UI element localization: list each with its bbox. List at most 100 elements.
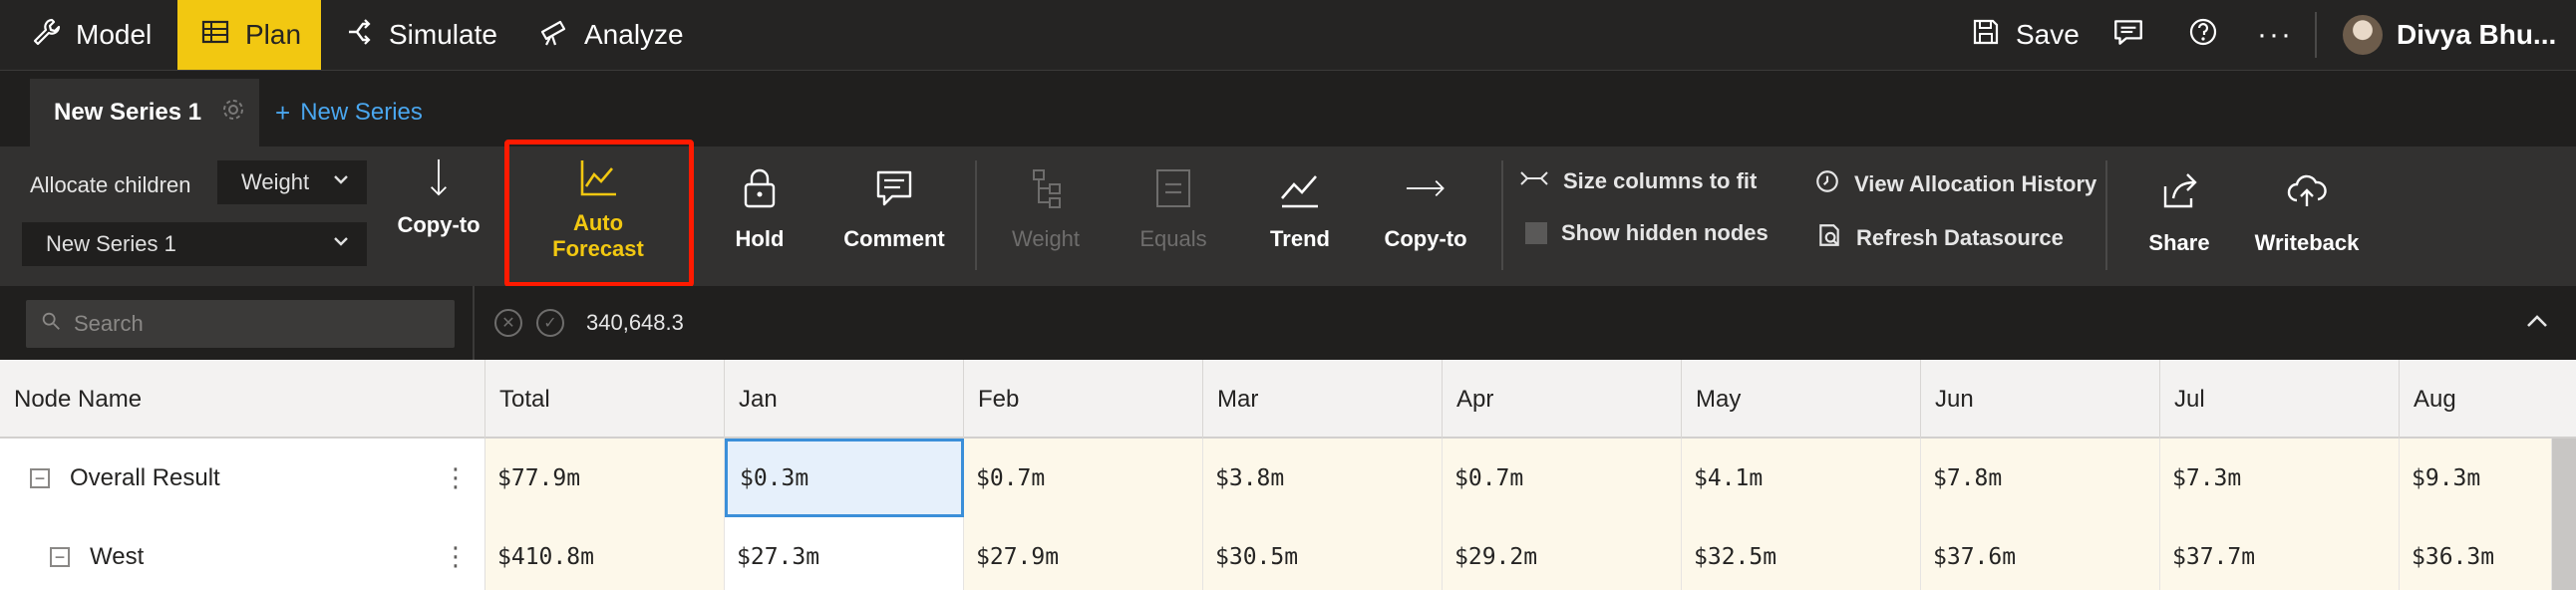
menu-model-label: Model [76, 19, 153, 50]
share-label: Share [2148, 230, 2210, 255]
auto-forecast-highlight [504, 140, 694, 287]
vertical-scrollbar[interactable] [2552, 439, 2576, 590]
user-name: Divya Bhu... [2397, 19, 2557, 50]
cell-feb[interactable]: $0.7m [964, 439, 1203, 517]
more-options-button[interactable]: ··· [2257, 0, 2293, 70]
confirm-icon[interactable]: ✓ [536, 309, 564, 337]
tab-new-series-1[interactable]: New Series 1 [30, 79, 259, 147]
column-header-jan[interactable]: Jan [725, 360, 964, 439]
refresh-datasource-label: Refresh Datasource [1856, 225, 2064, 250]
cell-may[interactable]: $32.5m [1682, 517, 1921, 590]
menu-analyze[interactable]: Analyze [516, 0, 706, 70]
lock-icon [738, 166, 782, 216]
collapse-ribbon-icon[interactable] [2522, 306, 2552, 341]
comments-button[interactable] [2111, 0, 2145, 70]
column-header-jul[interactable]: Jul [2160, 360, 2400, 439]
equals-button[interactable]: Equals [1128, 166, 1218, 252]
add-series-label: New Series [300, 99, 423, 126]
menu-simulate[interactable]: Simulate [321, 0, 519, 70]
refresh-datasource-icon [1816, 222, 1842, 254]
cell-may[interactable]: $4.1m [1682, 439, 1921, 517]
save-button[interactable]: Save [1970, 0, 2080, 70]
gear-icon[interactable] [221, 98, 245, 129]
checkbox[interactable] [1525, 222, 1547, 244]
hold-button[interactable]: Hold [720, 166, 800, 252]
cell-jun[interactable]: $7.8m [1921, 439, 2160, 517]
help-icon [2187, 16, 2219, 55]
cell-jan[interactable]: $27.3m [725, 517, 964, 590]
menu-model[interactable]: Model [8, 0, 173, 70]
column-header-node-name[interactable]: Node Name [0, 360, 485, 439]
tab-label: New Series 1 [54, 99, 202, 126]
top-menu-bar: Model Plan Simulate Analyze Save ··· Div… [0, 0, 2576, 71]
cell-apr[interactable]: $0.7m [1443, 439, 1682, 517]
cell-total[interactable]: $410.8m [485, 517, 725, 590]
cell-jul[interactable]: $37.7m [2160, 517, 2400, 590]
row-menu-icon[interactable]: ⋮ [443, 462, 469, 493]
collapse-icon[interactable]: − [50, 546, 70, 567]
column-header-aug[interactable]: Aug [2400, 360, 2576, 439]
cell-jul[interactable]: $7.3m [2160, 439, 2400, 517]
collapse-icon[interactable]: − [30, 467, 50, 488]
allocate-children-label: Allocate children [30, 172, 191, 197]
node-name: West [90, 542, 145, 570]
view-history-label: View Allocation History [1854, 171, 2097, 196]
cell-apr[interactable]: $29.2m [1443, 517, 1682, 590]
menu-plan-label: Plan [245, 19, 302, 50]
copy-to-down-label: Copy-to [397, 212, 481, 237]
row-menu-icon[interactable]: ⋮ [443, 541, 469, 572]
search-input[interactable]: Search [26, 300, 455, 348]
cloud-upload-icon [2285, 168, 2329, 218]
column-header-feb[interactable]: Feb [964, 360, 1203, 439]
more-icon: ··· [2257, 18, 2293, 51]
menu-simulate-label: Simulate [389, 19, 497, 50]
column-header-may[interactable]: May [1682, 360, 1921, 439]
menu-plan[interactable]: Plan [177, 0, 321, 70]
copy-to-down-button[interactable]: Copy-to [395, 156, 483, 238]
show-hidden-nodes-toggle[interactable]: Show hidden nodes [1525, 220, 1769, 246]
column-header-total[interactable]: Total [485, 360, 725, 439]
comment-button[interactable]: Comment [837, 166, 951, 252]
column-header-mar[interactable]: Mar [1203, 360, 1443, 439]
copy-to-right-button[interactable]: Copy-to [1376, 166, 1475, 252]
copy-to-right-label: Copy-to [1384, 226, 1467, 251]
grid-header: Node Name Total Jan Feb Mar Apr May Jun … [0, 360, 2576, 439]
cell-total[interactable]: $77.9m [485, 439, 725, 517]
arrow-right-icon [1404, 166, 1448, 216]
view-allocation-history-button[interactable]: View Allocation History [1814, 168, 2096, 200]
allocate-method-value: Weight [241, 169, 310, 194]
size-columns-button[interactable]: Size columns to fit [1519, 168, 1757, 194]
weight-button[interactable]: Weight [1001, 166, 1091, 252]
trend-button[interactable]: Trend [1258, 166, 1342, 252]
column-header-apr[interactable]: Apr [1443, 360, 1682, 439]
share-button[interactable]: Share [2143, 168, 2215, 256]
cell-mar[interactable]: $3.8m [1203, 439, 1443, 517]
cell-mar[interactable]: $30.5m [1203, 517, 1443, 590]
ribbon-divider [2105, 160, 2107, 270]
cell-jun[interactable]: $37.6m [1921, 517, 2160, 590]
add-series-button[interactable]: + New Series [275, 79, 423, 147]
series-dropdown[interactable]: New Series 1 [22, 222, 367, 266]
formula-value[interactable]: 340,648.3 [586, 310, 684, 336]
save-label: Save [2016, 19, 2080, 50]
comment-icon [872, 166, 916, 216]
cell-aug[interactable]: $9.3m [2400, 439, 2552, 517]
cell-jan[interactable]: $0.3m [725, 439, 964, 517]
cell-feb[interactable]: $27.9m [964, 517, 1203, 590]
cancel-icon[interactable]: ✕ [494, 309, 522, 337]
user-menu[interactable]: Divya Bhu... [2343, 0, 2556, 70]
column-header-jun[interactable]: Jun [1921, 360, 2160, 439]
allocate-method-dropdown[interactable]: Weight [217, 160, 367, 204]
wrench-icon [30, 16, 62, 55]
refresh-datasource-button[interactable]: Refresh Datasource [1816, 222, 2064, 254]
node-name-cell[interactable]: − Overall Result ⋮ [0, 439, 485, 517]
table-row: − Overall Result ⋮ $77.9m $0.3m $0.7m $3… [0, 439, 2552, 517]
writeback-button[interactable]: Writeback [2247, 168, 2367, 256]
cell-aug[interactable]: $36.3m [2400, 517, 2552, 590]
size-columns-icon [1519, 168, 1549, 194]
size-columns-label: Size columns to fit [1563, 168, 1758, 193]
plus-icon: + [275, 97, 291, 128]
node-name-cell[interactable]: − West ⋮ [0, 517, 485, 590]
series-tab-bar: New Series 1 + New Series [0, 71, 2576, 147]
help-button[interactable] [2187, 0, 2219, 70]
